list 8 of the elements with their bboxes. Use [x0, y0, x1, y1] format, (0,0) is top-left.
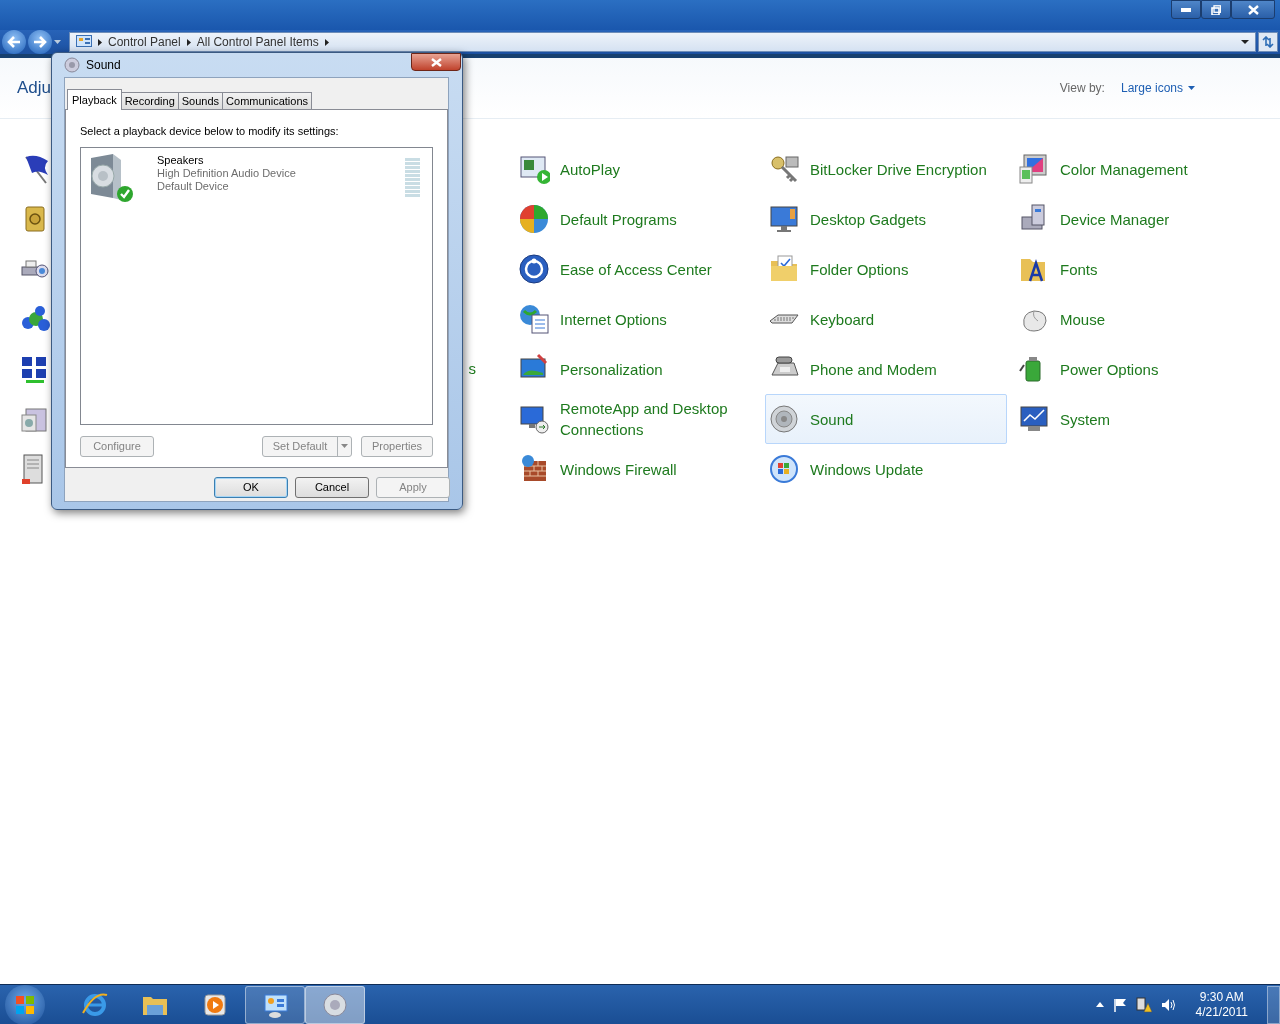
page-heading: Adju [17, 77, 52, 99]
device-description: High Definition Audio Device [157, 166, 296, 180]
item-label-fragment: s [468, 358, 476, 379]
view-by-label: View by: [1059, 80, 1105, 97]
device-status: Default Device [157, 179, 230, 193]
device-name: Speakers [157, 153, 205, 167]
instruction-text: Select a playback device below to modify its settings: [80, 124, 340, 139]
dialog-title: Sound [86, 57, 121, 74]
